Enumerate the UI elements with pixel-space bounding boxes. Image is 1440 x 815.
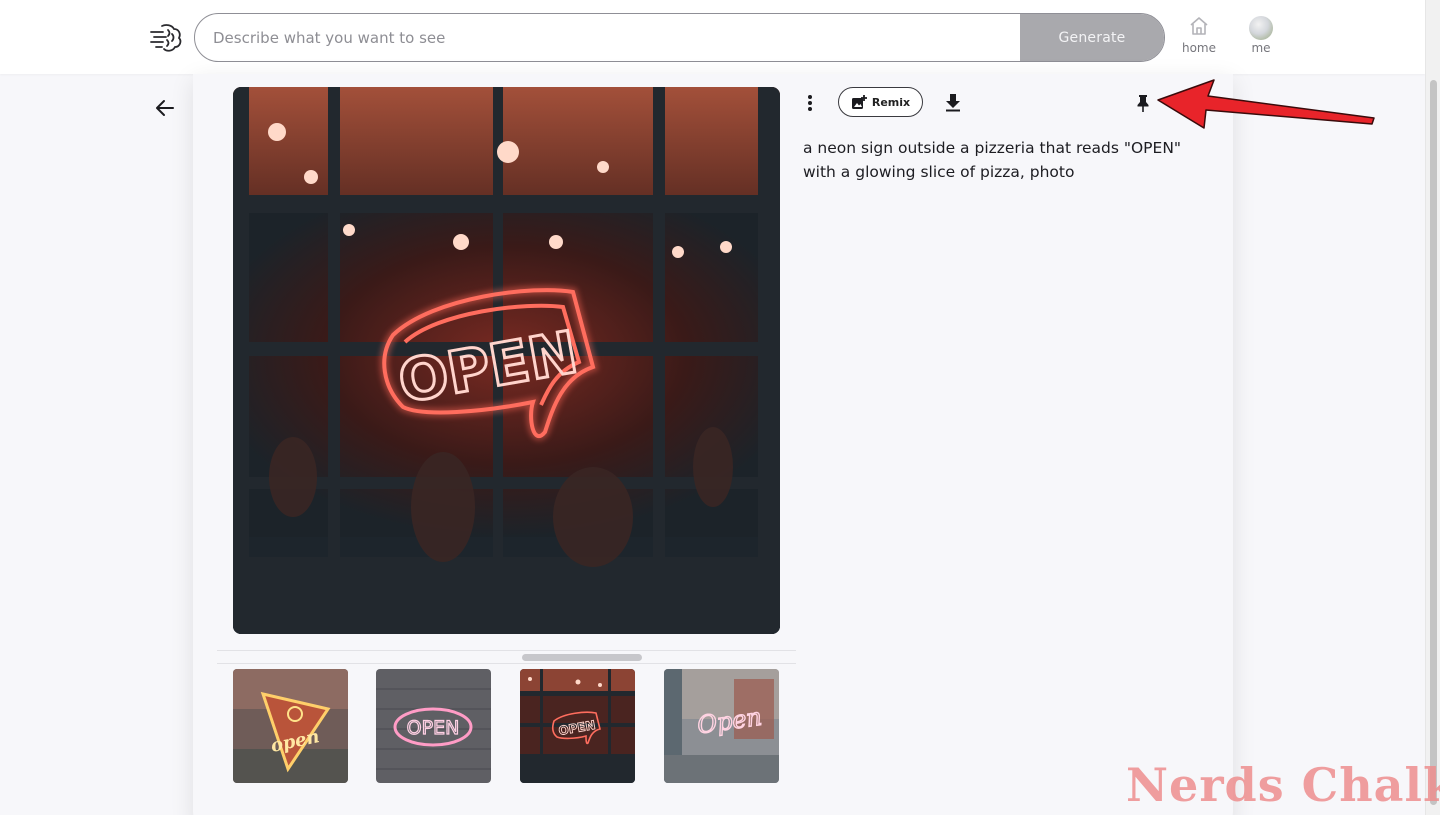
home-icon [1190, 17, 1208, 35]
generate-button[interactable]: Generate [1020, 14, 1164, 61]
add-photo-icon [851, 94, 867, 109]
prompt-search-bar: Generate [194, 13, 1165, 62]
thumbnail-1[interactable]: open [233, 669, 348, 783]
thumbnail-scrollbar-thumb[interactable] [522, 654, 642, 661]
prompt-input[interactable] [195, 14, 1021, 61]
image-detail-card: OPEN open OPEN OPEN Open Remix a neon si… [193, 74, 1233, 815]
annotation-arrow [1150, 78, 1380, 138]
thumbnail-2[interactable]: OPEN [376, 669, 491, 783]
divider-top [217, 650, 796, 651]
nav-home-label: home [1181, 41, 1217, 55]
remix-label: Remix [871, 95, 911, 109]
remix-button[interactable]: Remix [838, 87, 923, 117]
back-arrow-icon[interactable] [153, 96, 177, 120]
top-bar: Generate home me [0, 0, 1425, 74]
vertical-scrollbar-thumb[interactable] [1430, 80, 1437, 805]
avatar [1249, 16, 1273, 40]
more-vertical-icon[interactable] [800, 92, 820, 114]
watermark-logo: Nerds Chalk [1126, 758, 1440, 812]
nav-me-label: me [1251, 41, 1271, 55]
thumbnail-4[interactable]: Open [664, 669, 779, 783]
svg-text:OPEN: OPEN [407, 717, 460, 739]
download-icon[interactable] [943, 91, 963, 113]
main-generated-image[interactable]: OPEN [233, 87, 780, 634]
divider-bottom [217, 663, 796, 664]
brain-logo-icon[interactable] [148, 20, 184, 56]
vertical-scrollbar[interactable] [1425, 0, 1440, 815]
image-prompt-text: a neon sign outside a pizzeria that read… [803, 139, 1182, 181]
thumbnail-3-selected[interactable]: OPEN [520, 669, 635, 783]
nav-me[interactable]: me [1241, 16, 1281, 55]
nav-home[interactable]: home [1176, 16, 1222, 55]
